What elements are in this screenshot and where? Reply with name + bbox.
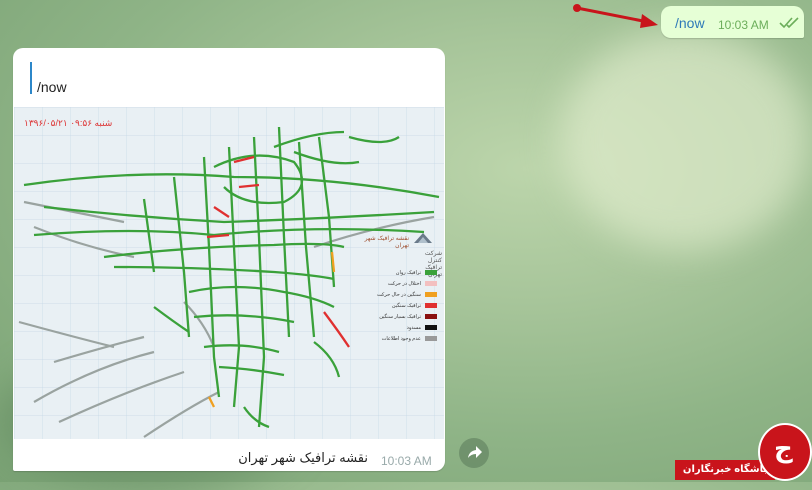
map-legend: ترافیک روان اختلال در حرکت سنگین در حال حر…	[369, 267, 437, 344]
legend-swatch	[425, 281, 437, 286]
legend-label: ترافیک روان	[395, 269, 421, 276]
legend-label: عدم وجود اطلاعات	[381, 335, 421, 342]
background-highlight	[560, 30, 810, 250]
legend-row: عدم وجود اطلاعات	[369, 333, 437, 344]
incoming-message-bubble[interactable]: /now شنبه ۰۹:۵۶ ۱۳۹۶/۰۵/۲۱ نقشه ترافیک ش…	[13, 48, 445, 471]
legend-row: اختلال در حرکت	[369, 278, 437, 289]
map-title: نقشه ترافیک شهر تهران	[364, 236, 409, 249]
legend-swatch	[425, 336, 437, 341]
tehran-traffic-logo-icon	[414, 233, 432, 243]
yjc-logo-icon: ج	[758, 423, 812, 481]
legend-row: ترافیک روان	[369, 267, 437, 278]
image-caption: نقشه ترافیک شهر تهران	[238, 450, 368, 465]
reply-quote-bar[interactable]	[30, 62, 32, 94]
legend-swatch	[425, 270, 437, 275]
legend-swatch	[425, 314, 437, 319]
legend-row: سنگین در حال حرکت	[369, 289, 437, 300]
legend-row: مسدود	[369, 322, 437, 333]
map-date-stamp: شنبه ۰۹:۵۶ ۱۳۹۶/۰۵/۲۱	[24, 118, 113, 128]
legend-swatch	[425, 325, 437, 330]
annotation-arrow	[573, 4, 658, 28]
watermark-badge: باشگاه خبرنگاران ج	[675, 423, 812, 482]
share-button[interactable]	[459, 438, 489, 468]
outgoing-message-bubble[interactable]: /now 10:03 AM	[661, 6, 804, 38]
legend-label: سنگین در حال حرکت	[377, 291, 421, 298]
legend-label: ترافیک بسیار سنگین	[379, 313, 421, 320]
legend-label: مسدود	[406, 324, 421, 331]
outgoing-message-text: /now	[675, 15, 705, 31]
legend-swatch	[425, 303, 437, 308]
traffic-map-image[interactable]: شنبه ۰۹:۵۶ ۱۳۹۶/۰۵/۲۱ نقشه ترافیک شهر ته…	[14, 107, 444, 439]
legend-label: اختلال در حرکت	[387, 280, 421, 287]
legend-swatch	[425, 292, 437, 297]
incoming-message-time: 10:03 AM	[381, 454, 432, 468]
share-arrow-icon	[468, 446, 482, 458]
legend-row: ترافیک بسیار سنگین	[369, 311, 437, 322]
outgoing-message-time: 10:03 AM	[718, 18, 769, 32]
legend-label: ترافیک سنگین	[391, 302, 421, 309]
reply-quote-text: /now	[37, 79, 67, 95]
double-check-icon	[779, 17, 799, 29]
legend-row: ترافیک سنگین	[369, 300, 437, 311]
